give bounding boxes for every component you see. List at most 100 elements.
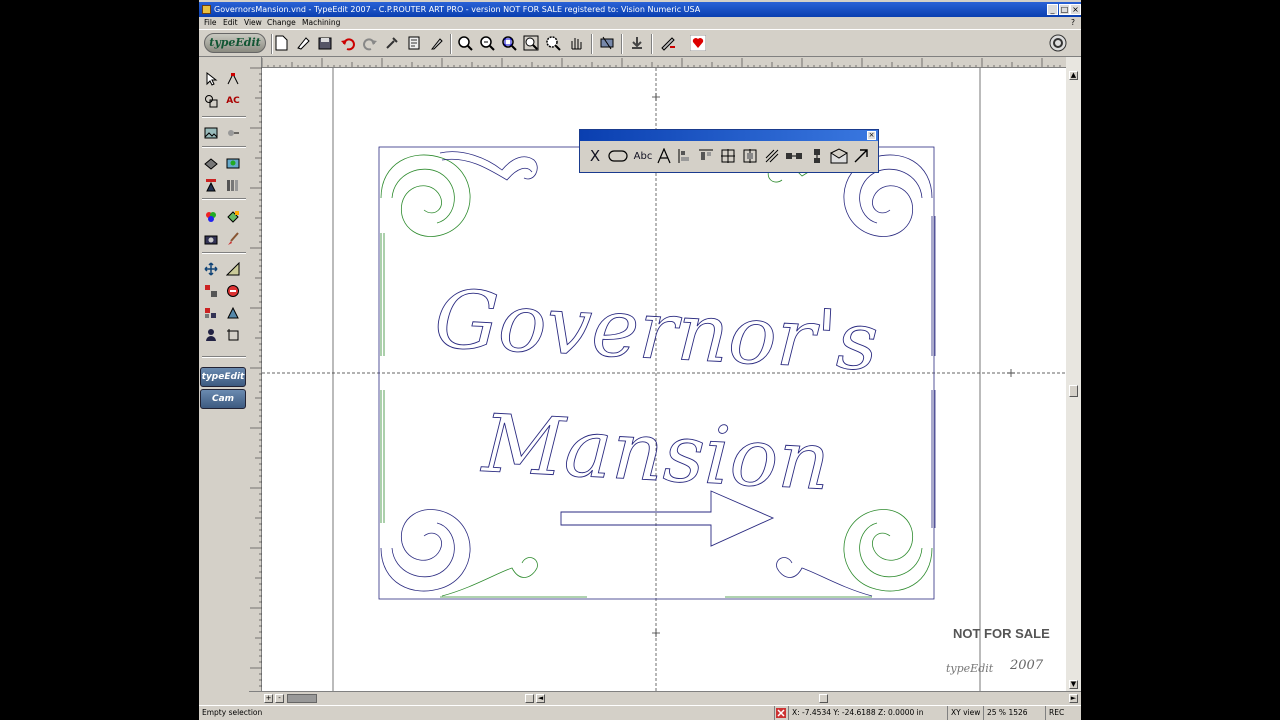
page-tab[interactable] — [287, 694, 317, 703]
close-x-icon[interactable]: X — [585, 146, 605, 166]
shapes-icon[interactable] — [202, 92, 220, 110]
import-icon[interactable] — [202, 176, 220, 194]
align-left-icon[interactable] — [675, 146, 695, 166]
camera-icon[interactable] — [202, 230, 220, 248]
envelope-icon[interactable] — [829, 146, 849, 166]
horizontal-ruler[interactable] — [262, 57, 1066, 68]
menu-file[interactable]: File — [204, 17, 217, 29]
center-v-icon[interactable] — [740, 146, 760, 166]
page-remove-icon[interactable]: - — [275, 694, 284, 703]
title-bar[interactable]: GovernorsMansion.vnd - TypeEdit 2007 - C… — [199, 2, 1081, 17]
zoom-all-icon[interactable] — [544, 34, 562, 52]
zoom-window-icon[interactable] — [500, 34, 518, 52]
pan-hand-icon[interactable] — [567, 34, 585, 52]
paint-bucket-icon[interactable] — [224, 208, 242, 226]
cancel-icon[interactable] — [774, 706, 788, 720]
text-abc-icon[interactable]: Abc — [631, 146, 655, 166]
center-h-icon[interactable] — [718, 146, 738, 166]
zoom-in-icon[interactable] — [456, 34, 474, 52]
status-rec: REC — [1045, 706, 1069, 720]
node-edit-icon[interactable] — [224, 70, 242, 88]
group-icon[interactable] — [202, 304, 220, 322]
frame-icon[interactable] — [224, 326, 242, 344]
maximize-button[interactable]: □ — [1059, 4, 1070, 15]
scroll-right-icon[interactable]: ► — [1069, 694, 1078, 703]
main-toolbar: typeEdit — [199, 29, 1081, 57]
text-ac-icon[interactable]: AC — [224, 92, 242, 110]
status-zoom: 25 % 1526 — [983, 706, 1045, 720]
save-icon[interactable] — [316, 34, 334, 52]
measure-icon[interactable] — [224, 260, 242, 278]
zoom-out-icon[interactable] — [478, 34, 496, 52]
horizontal-scrollbar[interactable]: + - ◄ ► — [249, 691, 1081, 705]
move-icon[interactable] — [202, 260, 220, 278]
watermark-year: 2007 — [1010, 658, 1044, 673]
menu-machining[interactable]: Machining — [302, 17, 340, 29]
library-icon[interactable] — [224, 176, 242, 194]
vertical-ruler[interactable] — [249, 57, 262, 691]
status-coordinates: X: -7.4534 Y: -24.6188 Z: 0.0000 in — [788, 706, 946, 720]
status-message: Empty selection — [202, 708, 263, 717]
help-icon[interactable] — [1049, 34, 1067, 52]
floating-close-button[interactable]: × — [867, 131, 876, 140]
sign-line-2[interactable]: Mansion — [478, 396, 833, 508]
floating-toolbar-caption[interactable] — [580, 130, 878, 141]
brush-icon[interactable] — [224, 230, 242, 248]
cut-output-icon[interactable] — [598, 34, 616, 52]
new-document-icon[interactable] — [272, 34, 290, 52]
arrow-diagonal-icon[interactable] — [851, 146, 871, 166]
sign-line-1[interactable]: Governor's — [432, 272, 881, 389]
app-window: GovernorsMansion.vnd - TypeEdit 2007 - C… — [199, 0, 1081, 720]
tab-typeedit[interactable]: typeEdit — [200, 367, 246, 387]
distribute-icon[interactable] — [762, 146, 782, 166]
print-icon[interactable] — [405, 34, 423, 52]
menu-edit[interactable]: Edit — [223, 17, 238, 29]
minimize-button[interactable]: _ — [1047, 4, 1058, 15]
vectorize-icon[interactable] — [224, 124, 242, 142]
tab-cam[interactable]: Cam — [200, 389, 246, 409]
align-icon[interactable] — [202, 282, 220, 300]
left-tool-palette: AC typeEdit Cam — [199, 57, 249, 705]
scroll-left-thumb[interactable] — [525, 694, 534, 703]
user-icon[interactable] — [202, 326, 220, 344]
vertical-scrollbar[interactable]: ▲ ▼ — [1066, 57, 1081, 691]
status-bar: Empty selection X: -7.4534 Y: -24.6188 Z… — [199, 705, 1081, 720]
redo-icon[interactable] — [361, 34, 379, 52]
plot-icon[interactable] — [427, 34, 445, 52]
scroll-down-icon[interactable]: ▼ — [1069, 680, 1078, 689]
close-button[interactable]: × — [1070, 4, 1081, 15]
select-arrow-icon[interactable] — [202, 70, 220, 88]
watermark-logo-text: typeEdit — [946, 662, 994, 675]
typeedit-logo: typeEdit — [204, 33, 266, 53]
window-title: GovernorsMansion.vnd - TypeEdit 2007 - C… — [214, 5, 701, 14]
machining-icon[interactable] — [659, 34, 677, 52]
scroll-thumb[interactable] — [1069, 385, 1078, 397]
exit-icon[interactable] — [628, 34, 646, 52]
outline-text-icon[interactable] — [654, 146, 674, 166]
space-vertical-icon[interactable] — [807, 146, 827, 166]
undo-icon[interactable] — [339, 34, 357, 52]
menu-view[interactable]: View — [244, 17, 262, 29]
menu-help[interactable]: ? — [1071, 17, 1075, 29]
rotate-icon[interactable] — [224, 282, 242, 300]
space-horizontal-icon[interactable] — [784, 146, 804, 166]
page-add-icon[interactable]: + — [264, 694, 273, 703]
open-icon[interactable] — [294, 34, 312, 52]
image-icon[interactable] — [202, 124, 220, 142]
zoom-page-icon[interactable] — [522, 34, 540, 52]
tools-icon[interactable] — [383, 34, 401, 52]
menu-change[interactable]: Change — [267, 17, 296, 29]
scroll-h-thumb[interactable] — [819, 694, 828, 703]
floating-toolbar[interactable]: × X Abc — [579, 129, 879, 173]
scanner-icon[interactable] — [202, 154, 220, 172]
not-for-sale-watermark: NOT FOR SALE — [953, 626, 1050, 641]
color-fill-icon[interactable] — [202, 208, 220, 226]
scroll-up-icon[interactable]: ▲ — [1069, 71, 1078, 80]
rounded-rect-icon[interactable] — [608, 146, 628, 166]
scroll-left-icon[interactable]: ◄ — [536, 694, 545, 703]
app-icon[interactable] — [202, 5, 211, 14]
weld-icon[interactable] — [224, 304, 242, 322]
scan-image-icon[interactable] — [224, 154, 242, 172]
heart-icon[interactable] — [689, 34, 707, 52]
align-top-icon[interactable] — [696, 146, 716, 166]
